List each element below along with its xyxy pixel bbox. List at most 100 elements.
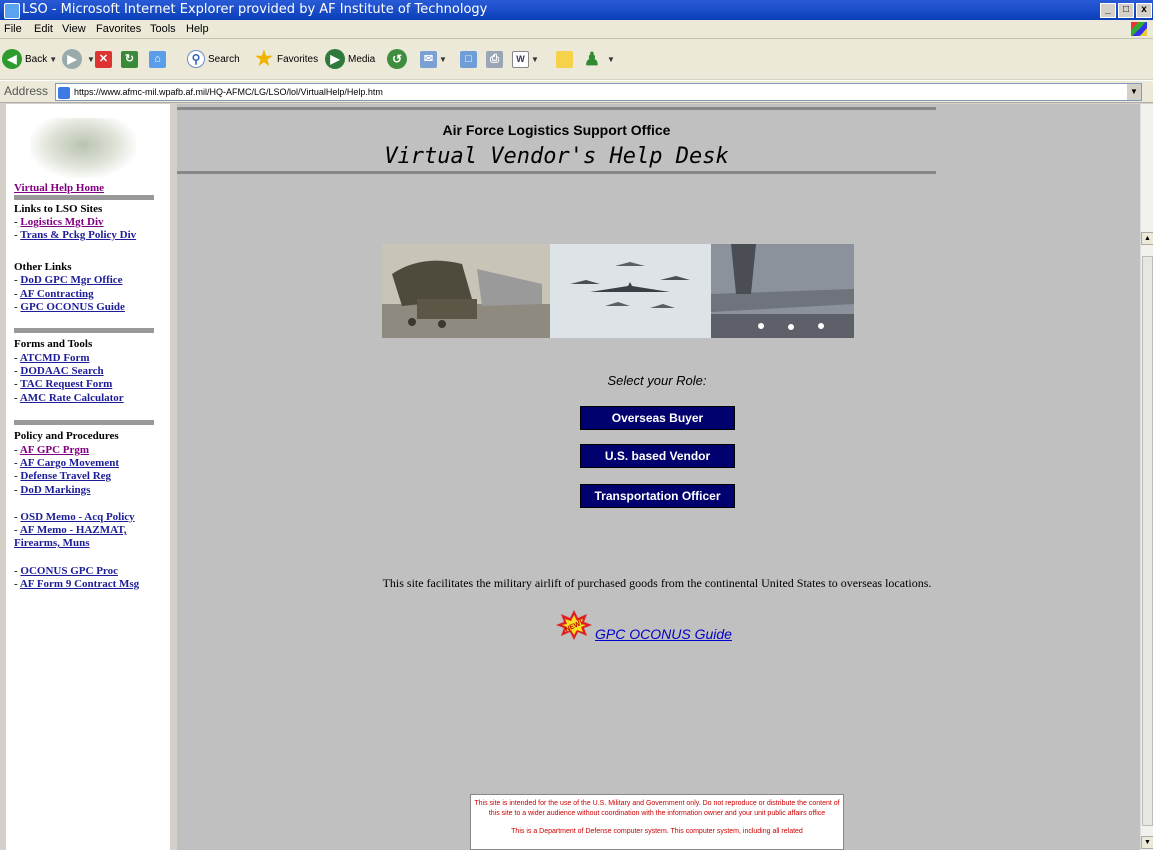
forward-button[interactable]: ▶ ▼ bbox=[62, 46, 95, 72]
vertical-scrollbar[interactable]: ▲ ▼ bbox=[1140, 104, 1153, 850]
address-dropdown-icon[interactable]: ▼ bbox=[1127, 84, 1141, 100]
scroll-down-button[interactable]: ▼ bbox=[1141, 836, 1153, 849]
nav-link-defense-travel[interactable]: Defense Travel Reg bbox=[20, 470, 111, 482]
nav-link-af-memo-hazmat[interactable]: AF Memo - HAZMAT, bbox=[20, 524, 127, 536]
menu-edit[interactable]: Edit bbox=[34, 20, 53, 38]
address-bar: Address https://www.afmc-mil.wpafb.af.mi… bbox=[0, 80, 1153, 103]
mail-icon: ✉ bbox=[420, 50, 437, 68]
stop-icon: ✕ bbox=[95, 50, 112, 68]
home-icon: ⌂ bbox=[149, 50, 166, 68]
nav-link-gpc-oconus-guide[interactable]: GPC OCONUS Guide bbox=[20, 301, 125, 313]
nav-link-trans-pckg[interactable]: Trans & Pckg Policy Div bbox=[20, 229, 136, 241]
nav-link-af-contracting[interactable]: AF Contracting bbox=[20, 288, 94, 300]
edit-button[interactable]: W ▼ bbox=[512, 46, 539, 72]
maximize-button[interactable]: □ bbox=[1118, 3, 1134, 18]
window-title-bar[interactable]: LSO - Microsoft Internet Explorer provid… bbox=[0, 0, 1153, 20]
nav-link-tac-request[interactable]: TAC Request Form bbox=[20, 378, 112, 390]
scroll-up-button[interactable]: ▲ bbox=[1141, 232, 1153, 245]
address-input[interactable]: https://www.afmc-mil.wpafb.af.mil/HQ-AFM… bbox=[55, 83, 1142, 101]
search-label: Search bbox=[208, 53, 240, 65]
media-button[interactable]: ▶ Media bbox=[325, 46, 375, 72]
nav-link-atcmd-form[interactable]: ATCMD Form bbox=[20, 352, 90, 364]
document-icon: □ bbox=[460, 50, 477, 68]
toolbar: ◀ Back ▼ ▶ ▼ ✕ ↻ ⌂ ⚲ Search ★ Favorites … bbox=[0, 39, 1153, 79]
role-prompt: Select your Role: bbox=[607, 373, 707, 388]
close-button[interactable]: x bbox=[1136, 3, 1152, 18]
page-icon bbox=[58, 86, 70, 99]
media-label: Media bbox=[348, 53, 376, 65]
page-title: Virtual Vendor's Help Desk bbox=[384, 144, 729, 169]
photo-banner bbox=[382, 244, 854, 338]
nav-header-forms: Forms and Tools bbox=[14, 338, 93, 350]
scroll-thumb[interactable] bbox=[1142, 256, 1153, 826]
nav-header-lso: Links to LSO Sites bbox=[14, 203, 103, 215]
nav-link-firearms-muns[interactable]: Firearms, Muns bbox=[14, 537, 90, 549]
nav-link-af-cargo[interactable]: AF Cargo Movement bbox=[20, 457, 119, 469]
favorites-button[interactable]: ★ Favorites bbox=[254, 46, 318, 72]
nav-link-dodaac-search[interactable]: DODAAC Search bbox=[20, 365, 103, 377]
forward-arrow-icon: ▶ bbox=[62, 49, 82, 69]
folder-icon bbox=[556, 50, 573, 68]
nav-link-logistics-mgt-div[interactable]: Logistics Mgt Div bbox=[20, 216, 103, 228]
window-title: LSO - Microsoft Internet Explorer provid… bbox=[22, 2, 488, 17]
chevron-down-icon: ▼ bbox=[439, 54, 447, 64]
globe-logo bbox=[30, 118, 136, 178]
address-label: Address bbox=[4, 84, 49, 98]
new-burst-icon: NEW! bbox=[556, 610, 592, 640]
nav-link-osd-memo[interactable]: OSD Memo - Acq Policy bbox=[20, 511, 134, 523]
nav-divider bbox=[14, 420, 154, 425]
chevron-down-icon: ▼ bbox=[607, 54, 615, 64]
favorites-label: Favorites bbox=[277, 53, 319, 65]
menu-file[interactable]: File bbox=[4, 20, 22, 38]
printer-icon: ⎙ bbox=[486, 50, 503, 68]
back-label: Back bbox=[25, 53, 48, 65]
top-rule bbox=[177, 107, 936, 110]
chevron-down-icon: ▼ bbox=[49, 54, 58, 64]
people-icon: ♟ bbox=[583, 49, 601, 69]
nav-link-oconus-gpc-proc[interactable]: OCONUS GPC Proc bbox=[20, 565, 118, 577]
messenger-button[interactable]: ♟ ▼ bbox=[582, 46, 615, 72]
helicopter-loading-photo bbox=[382, 244, 550, 338]
menu-tools[interactable]: Tools bbox=[150, 20, 176, 38]
print-preview-button[interactable]: □ bbox=[460, 46, 477, 72]
word-icon: W bbox=[512, 50, 529, 68]
aircraft-flightline-photo bbox=[711, 244, 854, 338]
search-button[interactable]: ⚲ Search bbox=[187, 46, 240, 72]
history-icon: ↺ bbox=[387, 49, 407, 69]
nav-link-af-form-9[interactable]: AF Form 9 Contract Msg bbox=[20, 578, 139, 590]
address-url: https://www.afmc-mil.wpafb.af.mil/HQ-AFM… bbox=[74, 87, 383, 97]
menu-view[interactable]: View bbox=[62, 20, 86, 38]
back-button[interactable]: ◀ Back ▼ bbox=[2, 46, 57, 72]
stop-button[interactable]: ✕ bbox=[95, 46, 112, 72]
nav-link-dod-markings[interactable]: DoD Markings bbox=[20, 484, 90, 496]
main-content: Air Force Logistics Support Office Virtu… bbox=[177, 104, 1140, 850]
nav-link-amc-rate[interactable]: AMC Rate Calculator bbox=[20, 392, 124, 404]
chevron-down-icon: ▼ bbox=[87, 54, 95, 64]
nav-header-other: Other Links bbox=[14, 261, 72, 273]
star-icon: ★ bbox=[255, 48, 273, 70]
mail-button[interactable]: ✉ ▼ bbox=[420, 46, 447, 72]
menu-favorites[interactable]: Favorites bbox=[96, 20, 141, 38]
us-vendor-button[interactable]: U.S. based Vendor bbox=[580, 444, 735, 468]
refresh-button[interactable]: ↻ bbox=[121, 46, 138, 72]
title-rule bbox=[177, 171, 936, 174]
history-button[interactable]: ↺ bbox=[387, 46, 410, 72]
minimize-button[interactable]: _ bbox=[1100, 3, 1116, 18]
org-title: Air Force Logistics Support Office bbox=[442, 122, 671, 138]
gpc-oconus-guide-link[interactable]: GPC OCONUS Guide bbox=[595, 626, 732, 642]
nav-link-af-gpc-prgm[interactable]: AF GPC Prgm bbox=[20, 444, 89, 456]
nav-virtual-help-home[interactable]: Virtual Help Home bbox=[14, 182, 104, 194]
nav-divider bbox=[14, 328, 154, 333]
nav-link-dod-gpc[interactable]: DoD GPC Mgr Office bbox=[20, 274, 122, 286]
discuss-button[interactable] bbox=[556, 46, 573, 72]
chevron-down-icon: ▼ bbox=[531, 54, 539, 64]
windows-logo-icon bbox=[1131, 22, 1147, 36]
refresh-icon: ↻ bbox=[121, 50, 138, 68]
home-button[interactable]: ⌂ bbox=[149, 46, 166, 72]
transportation-officer-button[interactable]: Transportation Officer bbox=[580, 484, 735, 508]
menu-help[interactable]: Help bbox=[186, 20, 209, 38]
ie-icon bbox=[4, 3, 20, 19]
print-button[interactable]: ⎙ bbox=[486, 46, 503, 72]
media-icon: ▶ bbox=[325, 49, 345, 69]
overseas-buyer-button[interactable]: Overseas Buyer bbox=[580, 406, 735, 430]
